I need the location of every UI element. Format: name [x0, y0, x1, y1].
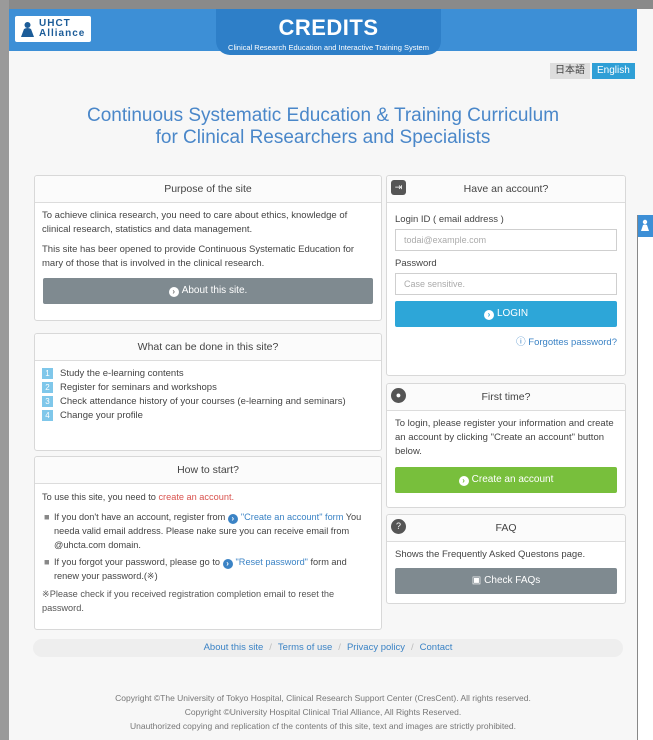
- language-japanese-button[interactable]: 日本語: [550, 63, 590, 79]
- list-item: 3 Check attendance history of your course…: [42, 395, 374, 408]
- bullet-icon: ■: [44, 512, 50, 522]
- hero-title-line2: for Clinical Researchers and Specialists: [155, 127, 491, 148]
- how-to-start-panel: How to start? To use this site, you need…: [34, 456, 382, 630]
- logo-person-icon: [21, 22, 34, 37]
- step-number: 4: [42, 410, 53, 421]
- registration-note: ※Please check if you received registrati…: [42, 589, 335, 613]
- create-account-form-link[interactable]: "Create an account" form: [241, 512, 344, 522]
- purpose-panel: Purpose of the site To achieve clinica r…: [34, 175, 382, 321]
- list-item: ■ If you forgot your password, please go…: [44, 557, 347, 581]
- language-english-button[interactable]: English: [592, 63, 635, 79]
- uhct-alliance-logo[interactable]: UHCT Alliance: [15, 16, 91, 42]
- bullet-icon: ■: [44, 557, 50, 567]
- create-account-link[interactable]: create an account.: [158, 492, 234, 502]
- footer-link-contact[interactable]: Contact: [420, 642, 453, 653]
- about-site-button[interactable]: › About this site.: [43, 278, 373, 304]
- check-faqs-button[interactable]: ▣ Check FAQs: [395, 568, 617, 594]
- brand-title: CREDITS: [278, 15, 379, 40]
- features-panel: What can be done in this site? 1 Study th…: [34, 333, 382, 451]
- arrow-right-circle-icon: ›: [483, 310, 494, 320]
- login-door-icon: ⇥: [391, 180, 406, 195]
- step-number: 2: [42, 382, 53, 393]
- arrow-right-circle-icon: ›: [227, 514, 238, 524]
- features-panel-title: What can be done in this site?: [35, 334, 381, 361]
- site-header: UHCT Alliance CREDITS Clinical Research …: [9, 9, 637, 55]
- list-item: 2 Register for seminars and workshops: [42, 381, 374, 394]
- features-list: 1 Study the e-learning contents 2 Register…: [42, 367, 374, 422]
- login-button[interactable]: › LOGIN: [395, 301, 617, 327]
- purpose-panel-title: Purpose of the site: [35, 176, 381, 203]
- purpose-text-2: This site has beer opened to provide Con…: [42, 244, 355, 269]
- brand-subtitle: Clinical Research Education and Interact…: [228, 43, 429, 52]
- footer-link-privacy[interactable]: Privacy policy: [347, 642, 405, 653]
- hero-title-line1: Continuous Systematic Education & Traini…: [86, 105, 560, 126]
- brand-banner[interactable]: CREDITS Clinical Research Education and …: [216, 9, 441, 55]
- footer-link-terms[interactable]: Terms of use: [278, 642, 332, 653]
- footer-link-about[interactable]: About this site: [204, 642, 264, 653]
- login-panel: ⇥ Have an account? Login ID ( email addr…: [386, 175, 626, 376]
- logo-person-icon: [641, 219, 649, 231]
- background-window-edge: [637, 215, 653, 740]
- forgot-password-link[interactable]: Forgottes password?: [528, 337, 617, 348]
- step-number: 1: [42, 368, 53, 379]
- user-icon: ●: [391, 388, 406, 403]
- list-item: 1 Study the e-learning contents: [42, 367, 374, 380]
- purpose-text-1: To achieve clinica research, you need to…: [42, 210, 348, 235]
- window-frame-left: [0, 0, 9, 740]
- create-account-button[interactable]: › Create an account: [395, 467, 617, 493]
- login-panel-title: Have an account?: [463, 183, 549, 195]
- logo-line2: Alliance: [39, 28, 86, 39]
- arrow-right-circle-icon: ›: [222, 559, 233, 569]
- password-input[interactable]: Case sensitive.: [395, 273, 617, 295]
- arrow-right-circle-icon: ›: [458, 476, 469, 486]
- list-item: ■ If you don't have an account, register…: [44, 512, 362, 550]
- login-id-input[interactable]: todai@example.com: [395, 229, 617, 251]
- copyright-line1: Copyright ©The University of Tokyo Hospi…: [115, 693, 531, 703]
- footer-links: About this site / Terms of use / Privacy pol…: [33, 639, 623, 657]
- help-circle-icon: ⓘ: [516, 337, 526, 348]
- question-icon: ?: [391, 519, 406, 534]
- first-time-title: First time?: [481, 391, 531, 403]
- copyright-line2: Copyright ©University Hospital Clinical …: [184, 707, 462, 717]
- faq-panel: ? FAQ Shows the Frequently Asked Queston…: [386, 514, 626, 604]
- first-time-panel: ● First time? To login, please register …: [386, 383, 626, 508]
- password-label: Password: [395, 258, 437, 269]
- list-item: 4 Change your profile: [42, 409, 374, 422]
- step-number: 3: [42, 396, 53, 407]
- faq-text: Shows the Frequently Asked Questons page…: [395, 549, 586, 560]
- arrow-right-circle-icon: ›: [168, 287, 179, 297]
- window-frame-top: [0, 0, 653, 9]
- book-icon: ▣: [471, 575, 482, 586]
- first-time-text: To login, please register your informati…: [395, 418, 614, 457]
- how-to-start-title: How to start?: [35, 457, 381, 484]
- faq-title: FAQ: [495, 522, 517, 534]
- copyright-line3: Unauthorized copying and replication cf …: [129, 721, 516, 731]
- login-id-label: Login ID ( email address ): [395, 214, 504, 225]
- reset-password-link[interactable]: "Reset password": [236, 557, 308, 567]
- page: UHCT Alliance CREDITS Clinical Research …: [9, 9, 637, 740]
